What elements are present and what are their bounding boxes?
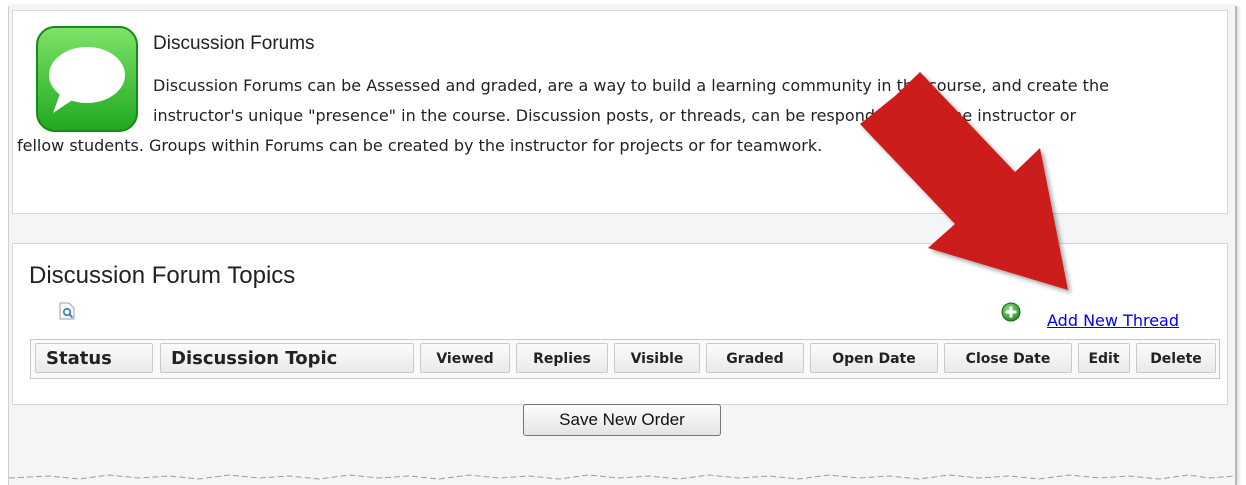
add-new-thread-link[interactable]: Add New Thread (1047, 311, 1179, 330)
intro-description: Discussion Forums can be Assessed and gr… (13, 71, 1223, 161)
column-header-status[interactable]: Status (35, 343, 153, 373)
topics-table-header: Status Discussion Topic Viewed Replies V… (30, 339, 1220, 379)
intro-title: Discussion Forums (153, 33, 315, 54)
column-header-delete[interactable]: Delete (1136, 343, 1216, 373)
column-header-visible[interactable]: Visible (614, 343, 700, 373)
column-header-open-date[interactable]: Open Date (810, 343, 938, 373)
intro-line: fellow students. Groups within Forums ca… (17, 136, 823, 155)
preview-icon[interactable] (59, 302, 75, 320)
page-frame: Discussion Forums Discussion Forums can … (8, 6, 1237, 485)
intro-panel: Discussion Forums Discussion Forums can … (12, 10, 1228, 214)
column-header-edit[interactable]: Edit (1078, 343, 1130, 373)
column-header-graded[interactable]: Graded (706, 343, 804, 373)
intro-line: instructor's unique "presence" in the co… (153, 106, 1077, 125)
plus-circle-icon[interactable] (1001, 302, 1021, 322)
column-header-discussion-topic[interactable]: Discussion Topic (160, 343, 414, 373)
save-new-order-button[interactable]: Save New Order (523, 404, 721, 436)
column-header-replies[interactable]: Replies (516, 343, 608, 373)
intro-line: Discussion Forums can be Assessed and gr… (153, 76, 1109, 95)
forum-topics-panel: Discussion Forum Topics Add New Thread S… (12, 243, 1228, 405)
column-header-close-date[interactable]: Close Date (944, 343, 1072, 373)
column-header-viewed[interactable]: Viewed (420, 343, 510, 373)
topics-title: Discussion Forum Topics (29, 262, 296, 289)
torn-edge-decoration (9, 466, 1235, 480)
